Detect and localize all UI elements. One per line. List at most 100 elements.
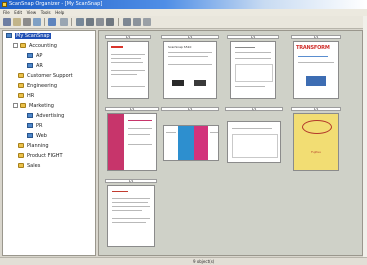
collapse-icon[interactable] (13, 103, 18, 108)
brochure-panel (194, 126, 208, 160)
document-thumbnail[interactable] (107, 41, 149, 99)
scan-icon[interactable] (3, 18, 11, 26)
menu-edit[interactable]: Edit (14, 9, 22, 16)
text-line (235, 86, 265, 87)
tree-item-product-fight[interactable]: Product FIGHT (18, 153, 63, 160)
tree-item-customer-support[interactable]: Customer Support (18, 73, 73, 80)
tree-item-web[interactable]: Web (27, 133, 47, 140)
text-line (112, 198, 150, 199)
folder-icon (18, 83, 24, 88)
text-line (166, 132, 176, 133)
folder-icon (20, 103, 26, 108)
red-logo (111, 46, 123, 48)
brochure-panel (108, 114, 124, 170)
folder-icon (27, 113, 33, 118)
folder-icon (18, 73, 24, 78)
document-thumbnail[interactable] (230, 41, 276, 99)
text-line (168, 64, 212, 65)
thumbnail-header: 1/1 (291, 35, 341, 39)
seal-ring (302, 120, 332, 134)
app-window: ScanSnap Organizer - [My ScanSnap] File … (0, 0, 367, 265)
thumbnail-header: 1/1 (225, 107, 283, 111)
document-thumbnail[interactable]: ScanSnap S510 (163, 41, 217, 99)
text-line (298, 62, 334, 63)
tree-item-advertising[interactable]: Advertising (27, 113, 64, 120)
folder-icon[interactable] (106, 18, 114, 26)
tree-item-label: Accounting (29, 43, 57, 49)
text-line (235, 58, 271, 59)
tree-item-marketing[interactable]: Marketing (13, 103, 54, 110)
menu-help[interactable]: Help (55, 9, 64, 16)
settings-icon[interactable] (133, 18, 141, 26)
document-thumbnail[interactable] (227, 121, 281, 163)
thumbnail-headline: ScanSnap S510 (168, 45, 192, 49)
thumbnail-header: 1/1 (105, 179, 157, 183)
thumbnail-header: 1/1 (105, 107, 159, 111)
thumbnail-header: 1/1 (161, 35, 219, 39)
document-thumbnail[interactable] (107, 185, 155, 247)
menu-view[interactable]: View (27, 9, 37, 16)
tree-item-engineering[interactable]: Engineering (18, 83, 57, 90)
text-line (112, 218, 150, 219)
tree-item-my-scansnap[interactable]: My ScanSnap (6, 33, 51, 40)
text-line (112, 202, 148, 203)
document-thumbnail[interactable]: Fujitsu (293, 113, 339, 171)
product-image (172, 80, 184, 86)
folder-icon (27, 133, 33, 138)
collapse-icon[interactable] (13, 43, 18, 48)
thumbnail-headline: TRANSFORM (296, 45, 330, 51)
tree-item-label: AP (36, 53, 43, 59)
menu-file[interactable]: File (3, 9, 10, 16)
text-line (111, 86, 145, 87)
help-icon[interactable] (123, 18, 131, 26)
tree-item-label: AR (36, 63, 43, 69)
document-thumbnail[interactable]: TRANSFORM (293, 41, 339, 99)
scrollbar-track[interactable] (363, 16, 367, 257)
text-line (128, 128, 152, 129)
folder-icon (18, 143, 24, 148)
text-line (112, 222, 146, 223)
folder-icon (27, 53, 33, 58)
tree-item-ar[interactable]: AR (27, 63, 43, 70)
window-title: ScanSnap Organizer - [My ScanSnap] (9, 1, 103, 7)
tree-item-label: HR (27, 93, 35, 99)
print-icon[interactable] (23, 18, 31, 26)
document-thumbnail[interactable] (163, 125, 219, 161)
tree-item-hr[interactable]: HR (18, 93, 34, 100)
document-thumbnail[interactable] (107, 113, 157, 171)
text-line (168, 52, 212, 53)
tree-item-planning[interactable]: Planning (18, 143, 49, 150)
email-icon[interactable] (33, 18, 41, 26)
thumbnail-headline: Fujitsu (311, 150, 321, 154)
info-icon[interactable] (143, 18, 151, 26)
text-line (111, 54, 145, 55)
tree-item-label: Marketing (29, 103, 54, 109)
folder-icon (27, 63, 33, 68)
rotate-icon[interactable] (86, 18, 94, 26)
view-icon[interactable] (48, 18, 56, 26)
menu-bar: File Edit View Tools Help (0, 9, 367, 16)
document-grid[interactable]: 1/1 1/1 ScanSnap S510 1/1 1/1 TRANSFORM … (98, 30, 363, 256)
tree-item-pr[interactable]: PR (27, 123, 43, 130)
text-line (235, 52, 271, 53)
menu-tools[interactable]: Tools (41, 9, 51, 16)
text-line (111, 74, 137, 75)
computer-icon (6, 33, 12, 38)
zoom-icon[interactable] (76, 18, 84, 26)
search-icon[interactable] (60, 18, 68, 26)
tree-item-label: PR (36, 123, 43, 129)
tree-item-label: Planning (27, 143, 49, 149)
delete-icon[interactable] (96, 18, 104, 26)
open-icon[interactable] (13, 18, 21, 26)
tree-item-ap[interactable]: AP (27, 53, 42, 60)
thumbnail-header: 1/1 (105, 35, 151, 39)
tree-item-label: Engineering (27, 83, 57, 89)
tree-item-label: Web (36, 133, 47, 139)
toolbar-separator (118, 18, 119, 26)
tree-item-accounting[interactable]: Accounting (13, 43, 57, 50)
folder-icon (18, 163, 24, 168)
folder-tree[interactable]: My ScanSnap Accounting AP AR Customer Su… (2, 30, 96, 256)
text-line (112, 191, 128, 192)
tree-item-label: Advertising (36, 113, 65, 119)
tree-item-sales[interactable]: Sales (18, 163, 40, 170)
